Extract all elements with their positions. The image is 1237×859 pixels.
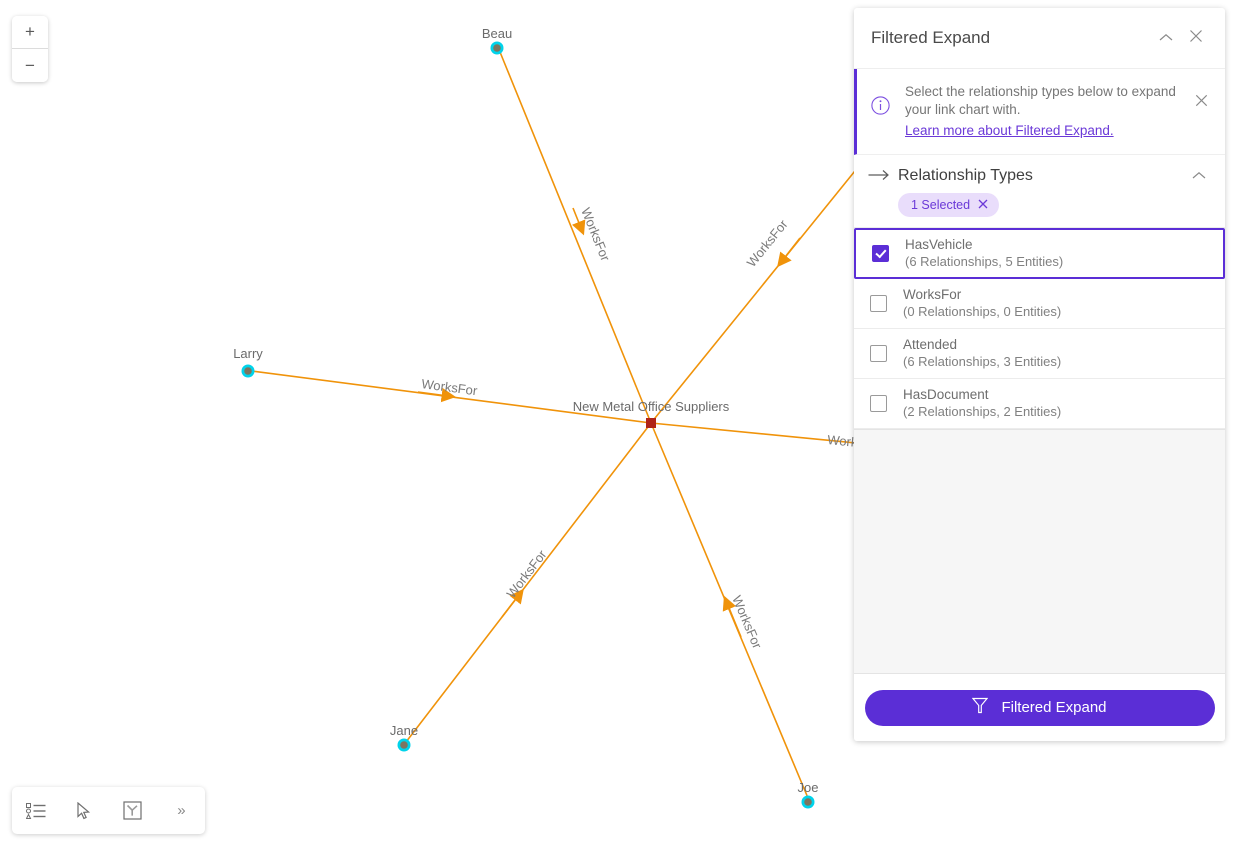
info-circle-icon xyxy=(871,96,895,120)
close-icon xyxy=(1189,29,1203,48)
relationship-type-text: HasDocument (2 Relationships, 2 Entities… xyxy=(903,387,1061,420)
relationship-type-name: HasVehicle xyxy=(905,237,973,252)
filtered-expand-button-label: Filtered Expand xyxy=(1001,699,1107,716)
edge-label-upper-right: WorksFor xyxy=(744,216,791,270)
checkbox-attended[interactable] xyxy=(870,345,887,362)
relationship-type-detail: (2 Relationships, 2 Entities) xyxy=(903,404,1062,419)
node-label-center: New Metal Office Suppliers xyxy=(573,399,730,414)
relationship-types-list: HasVehicle (6 Relationships, 5 Entities)… xyxy=(854,227,1225,429)
node-label-jane: Jane xyxy=(390,723,418,738)
panel-close-button[interactable] xyxy=(1181,23,1211,53)
legend-button[interactable] xyxy=(19,794,53,828)
panel-collapse-button[interactable] xyxy=(1151,23,1181,53)
panel-empty-area xyxy=(854,429,1225,673)
learn-more-link[interactable]: Learn more about Filtered Expand. xyxy=(905,123,1114,138)
graph-nodes xyxy=(241,41,815,809)
relationship-type-name: Attended xyxy=(903,337,958,352)
node-core-larry xyxy=(244,367,252,375)
panel-title: Filtered Expand xyxy=(871,28,991,47)
node-label-joe: Joe xyxy=(798,780,819,795)
filtered-expand-panel: Filtered Expand Select the relationship … xyxy=(854,8,1225,741)
zoom-out-button[interactable]: − xyxy=(12,49,48,82)
layout-tool-button[interactable] xyxy=(116,794,150,828)
checkbox-hasvehicle[interactable] xyxy=(872,245,889,262)
edge-label-jane: WorksFor xyxy=(503,547,549,601)
chart-layout-icon xyxy=(123,801,142,820)
pointer-tool-button[interactable] xyxy=(67,794,101,828)
relationship-type-row-hasvehicle[interactable]: HasVehicle (6 Relationships, 5 Entities) xyxy=(854,228,1225,279)
relationship-type-text: WorksFor (0 Relationships, 0 Entities) xyxy=(903,287,1061,320)
arrow-right-icon xyxy=(868,168,898,185)
pointer-cursor-icon xyxy=(76,801,92,820)
info-banner-close-button[interactable] xyxy=(1195,94,1215,112)
panel-footer: Filtered Expand xyxy=(854,673,1225,741)
relationship-types-section-header: Relationship Types xyxy=(854,155,1225,191)
selected-count-chip[interactable]: 1 Selected xyxy=(898,193,1000,217)
relationship-type-name: WorksFor xyxy=(903,287,962,302)
chevron-double-right-icon: » xyxy=(177,802,185,819)
panel-header: Filtered Expand xyxy=(854,8,1225,69)
relationship-type-text: Attended (6 Relationships, 3 Entities) xyxy=(903,337,1061,370)
node-core-joe xyxy=(804,798,812,806)
node-core-beau xyxy=(493,44,501,52)
relationship-type-row-hasdocument[interactable]: HasDocument (2 Relationships, 2 Entities… xyxy=(854,379,1225,429)
node-label-beau: Beau xyxy=(482,26,512,41)
checkbox-hasdocument[interactable] xyxy=(870,395,887,412)
funnel-filter-icon xyxy=(972,697,989,718)
relationship-type-detail: (0 Relationships, 0 Entities) xyxy=(903,304,1062,319)
edge-upper-right-center[interactable] xyxy=(650,139,881,424)
edge-label-beau: WorksFor xyxy=(578,206,613,264)
zoom-in-button[interactable]: + xyxy=(12,16,48,49)
bottom-toolbar: » xyxy=(12,787,205,834)
selection-chip-row: 1 Selected xyxy=(854,191,1225,227)
relationship-type-detail: (6 Relationships, 5 Entities) xyxy=(905,254,1064,269)
selected-count-label: 1 Selected xyxy=(911,198,971,212)
info-banner-text: Select the relationship types below to e… xyxy=(905,84,1176,117)
node-center-new-metal-office-suppliers[interactable] xyxy=(646,418,656,428)
checkbox-worksfor[interactable] xyxy=(870,295,887,312)
app-root: Beau Larry Jane Joe New Metal Office Sup… xyxy=(0,0,1237,859)
edge-larry-center[interactable] xyxy=(251,370,652,424)
node-core-jane xyxy=(400,741,408,749)
node-label-larry: Larry xyxy=(233,346,263,361)
relationship-type-text: HasVehicle (6 Relationships, 5 Entities) xyxy=(905,237,1063,270)
clear-selection-icon[interactable] xyxy=(978,198,988,212)
edge-beau-center[interactable] xyxy=(499,51,652,424)
graph-node-labels: Beau Larry Jane Joe New Metal Office Sup… xyxy=(233,26,818,795)
relationship-types-collapse-button[interactable] xyxy=(1187,167,1211,185)
more-tools-button[interactable]: » xyxy=(164,794,198,828)
chevron-up-icon xyxy=(1159,29,1173,47)
list-legend-icon xyxy=(26,802,46,820)
edge-label-larry: WorksFor xyxy=(421,376,479,398)
relationship-type-row-worksfor[interactable]: WorksFor (0 Relationships, 0 Entities) xyxy=(854,279,1225,329)
info-banner: Select the relationship types below to e… xyxy=(854,69,1225,155)
info-banner-body: Select the relationship types below to e… xyxy=(895,83,1195,140)
zoom-controls: + − xyxy=(12,16,48,82)
relationship-type-detail: (6 Relationships, 3 Entities) xyxy=(903,354,1062,369)
edge-arrow-upper-right xyxy=(777,237,801,268)
relationship-types-title: Relationship Types xyxy=(898,167,1033,184)
relationship-type-name: HasDocument xyxy=(903,387,989,402)
filtered-expand-button[interactable]: Filtered Expand xyxy=(864,689,1215,726)
relationship-type-row-attended[interactable]: Attended (6 Relationships, 3 Entities) xyxy=(854,329,1225,379)
